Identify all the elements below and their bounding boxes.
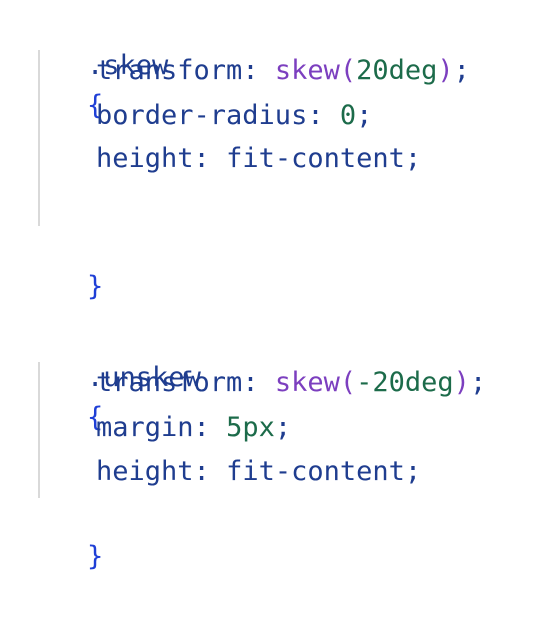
declaration-line: transform: skew(-20deg);: [96, 363, 486, 403]
paren-open: (: [339, 55, 357, 86]
paren-close: ): [453, 367, 470, 398]
paren-close: ): [437, 55, 454, 86]
declaration-line: margin: 5px;: [96, 408, 291, 448]
colon: :: [242, 55, 275, 86]
colon: :: [193, 412, 227, 443]
property-name: margin: [96, 412, 194, 443]
semicolon: ;: [356, 100, 373, 131]
declaration-line: transform: skew(20deg);: [96, 51, 470, 91]
code-editor: .skew { transform: skew(20deg); border-r…: [0, 0, 546, 572]
colon: :: [307, 100, 340, 131]
property-name: height: [96, 456, 194, 487]
number-value: 0: [339, 100, 357, 131]
number-value: 20deg: [356, 55, 438, 86]
property-name: transform: [96, 367, 243, 398]
close-brace: }: [87, 541, 104, 572]
close-brace-line: }: [22, 227, 103, 302]
declaration-line: height: fit-content;: [96, 139, 421, 179]
colon: :: [193, 143, 227, 174]
semicolon: ;: [274, 412, 292, 443]
declaration-line: border-radius: 0;: [96, 96, 372, 136]
colon: :: [242, 367, 275, 398]
property-name: border-radius: [96, 100, 308, 131]
declaration-line: height: fit-content;: [96, 452, 421, 492]
function-name: skew: [274, 367, 340, 398]
keyword-value: fit-content: [226, 456, 405, 487]
semicolon: ;: [404, 456, 422, 487]
property-name: transform: [96, 55, 243, 86]
semicolon: ;: [453, 55, 470, 86]
keyword-value: fit-content: [226, 143, 405, 174]
selector-line: .skew {: [22, 6, 168, 121]
paren-open: (: [339, 367, 357, 398]
colon: :: [193, 456, 227, 487]
function-name: skew: [274, 55, 340, 86]
number-value: 5px: [226, 412, 275, 443]
close-brace: }: [87, 271, 104, 302]
selector-line: .unskew {: [22, 318, 201, 433]
semicolon: ;: [469, 367, 487, 398]
close-brace-line: }: [22, 497, 103, 572]
number-value: -20deg: [356, 367, 454, 398]
property-name: height: [96, 143, 194, 174]
semicolon: ;: [404, 143, 422, 174]
